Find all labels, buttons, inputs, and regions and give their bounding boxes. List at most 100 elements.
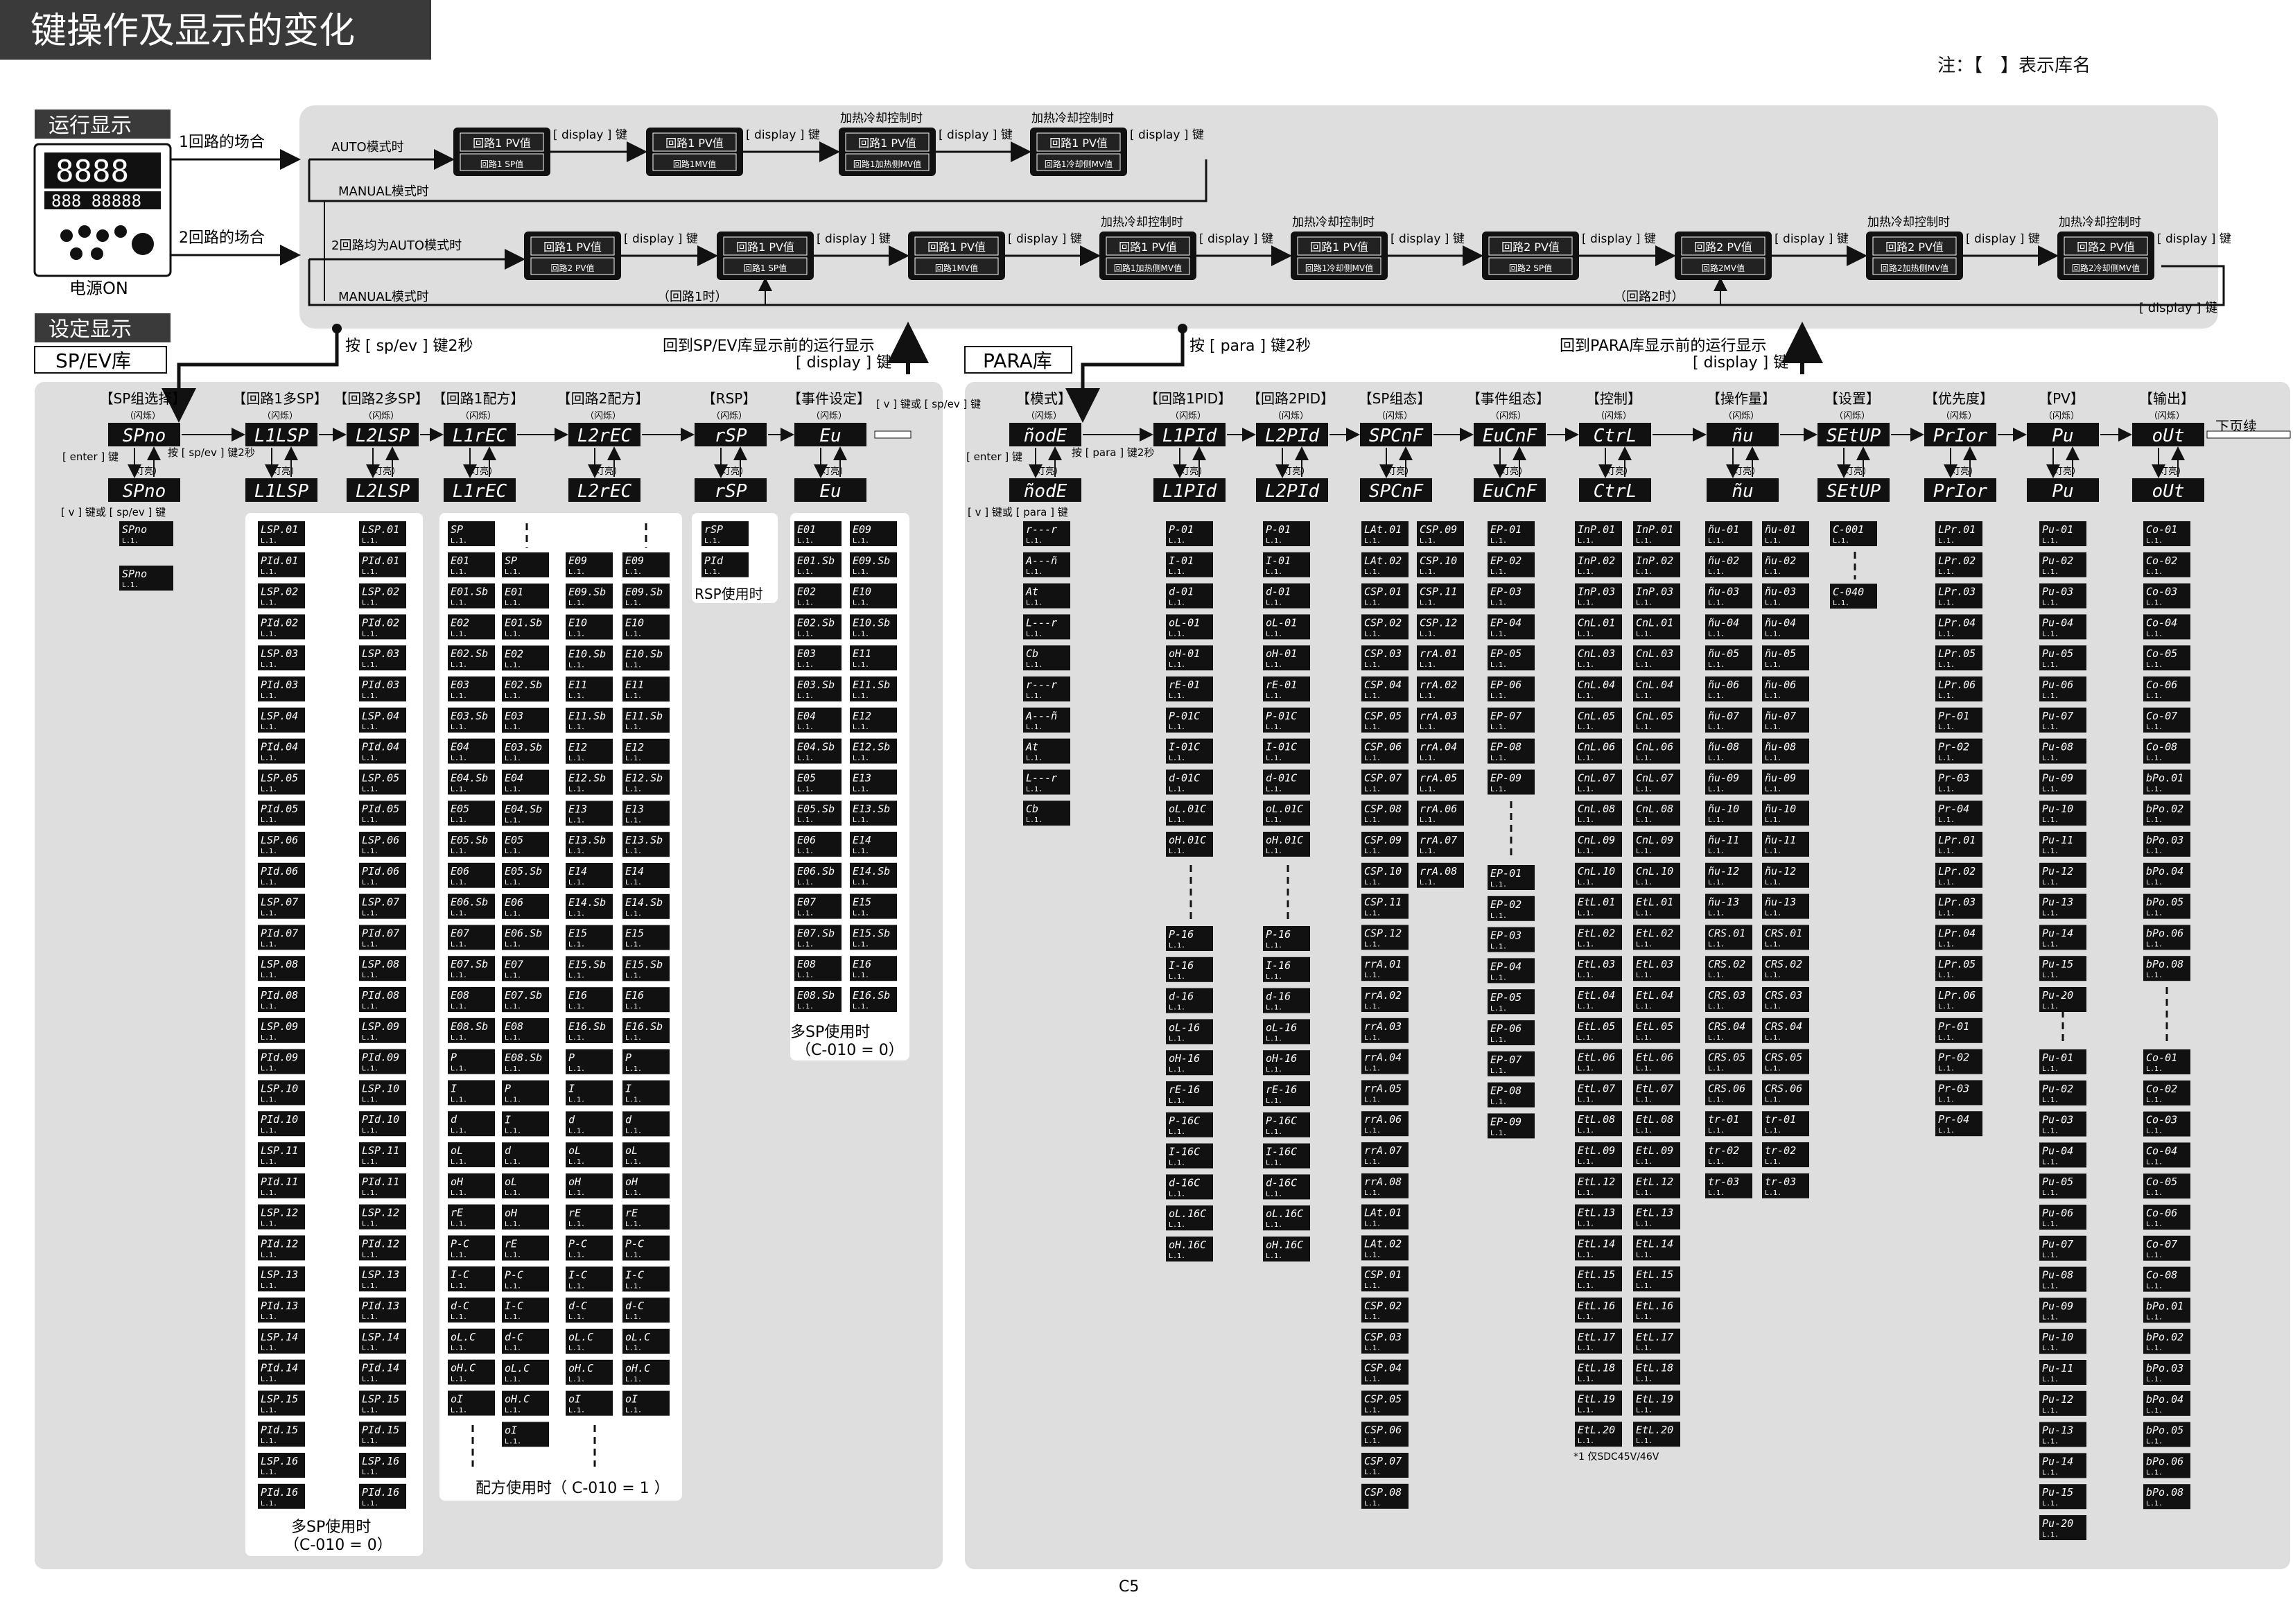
param-cell[interactable]: E06.SbL.1.	[448, 893, 495, 919]
param-cell[interactable]: d-16L.1.	[1263, 988, 1310, 1013]
param-cell[interactable]: EP-03L.1.	[1488, 583, 1535, 609]
param-cell[interactable]: LPr.01L.1.	[1935, 521, 1982, 546]
param-cell[interactable]: LSP.13L.1.	[258, 1266, 305, 1292]
param-cell[interactable]: I-CL.1.	[448, 1266, 495, 1292]
param-cell[interactable]: E09.SbL.1.	[566, 583, 613, 609]
param-cell[interactable]: oLL.1.	[448, 1142, 495, 1167]
param-cell[interactable]: bPo.05L.1.	[2143, 893, 2190, 919]
param-cell[interactable]: EtL.09L.1.	[1633, 1142, 1680, 1167]
param-cell[interactable]: E03.SbL.1.	[502, 738, 549, 764]
param-cell[interactable]: E05L.1.	[794, 769, 842, 795]
param-cell[interactable]: SPL.1.	[502, 552, 549, 577]
param-cell[interactable]: SPL.1.	[448, 521, 495, 546]
param-cell[interactable]: Co-01L.1.	[2143, 521, 2190, 546]
param-cell[interactable]: ñu-03L.1.	[1762, 583, 1809, 609]
param-cell[interactable]: EtL.05L.1.	[1575, 1018, 1622, 1043]
param-cell[interactable]: bPo.05L.1.	[2143, 1422, 2190, 1447]
param-cell[interactable]: oL-01L.1.	[1166, 614, 1213, 640]
param-cell[interactable]: EtL.03L.1.	[1633, 956, 1680, 981]
param-cell[interactable]: ñu-13L.1.	[1705, 893, 1752, 919]
param-cell[interactable]: bPo.03L.1.	[2143, 1360, 2190, 1385]
param-cell[interactable]: LPr.04L.1.	[1935, 614, 1982, 640]
param-cell[interactable]: ñu-11L.1.	[1762, 832, 1809, 857]
param-cell[interactable]: bPo.02L.1.	[2143, 1329, 2190, 1354]
param-cell[interactable]: PId.02L.1.	[258, 614, 305, 640]
param-cell[interactable]: CSP.12L.1.	[1417, 614, 1464, 640]
param-cell[interactable]: CbL.1.	[1023, 645, 1070, 671]
param-cell[interactable]: CnL.07L.1.	[1575, 769, 1622, 795]
param-cell[interactable]: E01.SbL.1.	[448, 583, 495, 609]
param-cell[interactable]: PId.10L.1.	[359, 1111, 406, 1137]
param-cell[interactable]: I-16CL.1.	[1166, 1143, 1213, 1169]
param-cell[interactable]: E09L.1.	[566, 552, 613, 577]
param-cell[interactable]: PId.08L.1.	[258, 987, 305, 1012]
param-cell[interactable]: I-CL.1.	[622, 1266, 670, 1292]
param-cell[interactable]: PId.01L.1.	[258, 552, 305, 577]
param-cell[interactable]: Pu-14L.1.	[2039, 925, 2086, 950]
param-cell[interactable]: dL.1.	[622, 1111, 670, 1137]
param-cell[interactable]: P-01L.1.	[1263, 521, 1310, 546]
param-cell[interactable]: PId.03L.1.	[258, 676, 305, 701]
param-cell[interactable]: CSP.03L.1.	[1361, 1328, 1409, 1354]
param-cell[interactable]: oLL.1.	[622, 1142, 670, 1168]
param-cell[interactable]: P-CL.1.	[448, 1235, 495, 1261]
param-cell[interactable]: Pu-09L.1.	[2039, 769, 2086, 795]
param-cell[interactable]: dL.1.	[448, 1111, 495, 1137]
param-cell[interactable]: rrA.07L.1.	[1417, 832, 1464, 857]
param-cell[interactable]: oH-16L.1.	[1263, 1050, 1310, 1076]
param-cell[interactable]: P-CL.1.	[502, 1266, 549, 1292]
param-cell[interactable]: Pu-09L.1.	[2039, 1298, 2086, 1323]
param-cell[interactable]: CnL.10L.1.	[1575, 862, 1622, 888]
param-cell[interactable]: E05.SbL.1.	[448, 832, 495, 857]
param-cell[interactable]: PL.1.	[502, 1080, 549, 1106]
param-cell[interactable]: ñu-08L.1.	[1705, 738, 1752, 764]
param-cell[interactable]: E12L.1.	[622, 738, 670, 764]
param-cell[interactable]: PId.07L.1.	[258, 925, 305, 950]
param-cell[interactable]: rrA.01L.1.	[1417, 645, 1464, 671]
param-cell[interactable]: CRS.03L.1.	[1762, 987, 1809, 1012]
param-cell[interactable]: PId.04L.1.	[258, 738, 305, 764]
param-cell[interactable]: CRS.06L.1.	[1705, 1080, 1752, 1106]
param-cell[interactable]: E10L.1.	[622, 614, 670, 640]
param-cell[interactable]: E08.SbL.1.	[502, 1049, 549, 1074]
param-cell[interactable]: I-CL.1.	[502, 1298, 549, 1323]
param-cell[interactable]: E14L.1.	[850, 832, 897, 857]
param-cell[interactable]: E09L.1.	[850, 521, 897, 546]
param-cell[interactable]: Pu-04L.1.	[2039, 1142, 2086, 1168]
param-cell[interactable]: rrA.06L.1.	[1361, 1111, 1409, 1137]
param-cell[interactable]: LSP.06L.1.	[359, 832, 406, 857]
param-cell[interactable]: bPo.08L.1.	[2143, 956, 2190, 981]
param-cell[interactable]: PIdL.1.	[701, 552, 749, 577]
param-cell[interactable]: LSP.11L.1.	[359, 1142, 406, 1167]
param-cell[interactable]: E10L.1.	[850, 583, 897, 609]
param-cell[interactable]: LSP.12L.1.	[258, 1204, 305, 1230]
param-cell[interactable]: E06L.1.	[448, 862, 495, 888]
param-cell[interactable]: PId.09L.1.	[359, 1049, 406, 1074]
param-cell[interactable]: bPo.06L.1.	[2143, 925, 2190, 950]
param-cell[interactable]: oLL.1.	[502, 1173, 549, 1198]
param-cell[interactable]: InP.02L.1.	[1633, 552, 1680, 577]
param-cell[interactable]: oL.01CL.1.	[1166, 801, 1213, 826]
param-cell[interactable]: E05L.1.	[502, 832, 549, 857]
param-cell[interactable]: LSP.04L.1.	[359, 707, 406, 733]
param-cell[interactable]: Co-05L.1.	[2143, 1173, 2190, 1199]
param-cell[interactable]: oL-01L.1.	[1263, 614, 1310, 640]
param-cell[interactable]: ñu-05L.1.	[1762, 645, 1809, 671]
param-cell[interactable]: CnL.03L.1.	[1575, 645, 1622, 671]
param-cell[interactable]: PId.14L.1.	[258, 1359, 305, 1385]
param-cell[interactable]: oL-16L.1.	[1263, 1019, 1310, 1045]
param-cell[interactable]: oL.16CL.1.	[1263, 1205, 1310, 1231]
param-cell[interactable]: EtL.07L.1.	[1633, 1080, 1680, 1106]
param-cell[interactable]: LSP.06L.1.	[258, 832, 305, 857]
param-cell[interactable]: EtL.18L.1.	[1633, 1359, 1680, 1385]
param-cell[interactable]: bPo.03L.1.	[2143, 832, 2190, 857]
param-cell[interactable]: d-16CL.1.	[1263, 1174, 1310, 1200]
param-cell[interactable]: CnL.05L.1.	[1633, 707, 1680, 733]
param-cell[interactable]: E14.SbL.1.	[850, 862, 897, 888]
param-cell[interactable]: L---rL.1.	[1023, 614, 1070, 640]
param-cell[interactable]: ñu-06L.1.	[1762, 676, 1809, 701]
param-cell[interactable]: CnL.09L.1.	[1575, 832, 1622, 857]
param-cell[interactable]: PId.13L.1.	[359, 1298, 406, 1322]
param-cell[interactable]: LSP.01L.1.	[258, 521, 305, 546]
param-cell[interactable]: oIL.1.	[502, 1422, 549, 1447]
